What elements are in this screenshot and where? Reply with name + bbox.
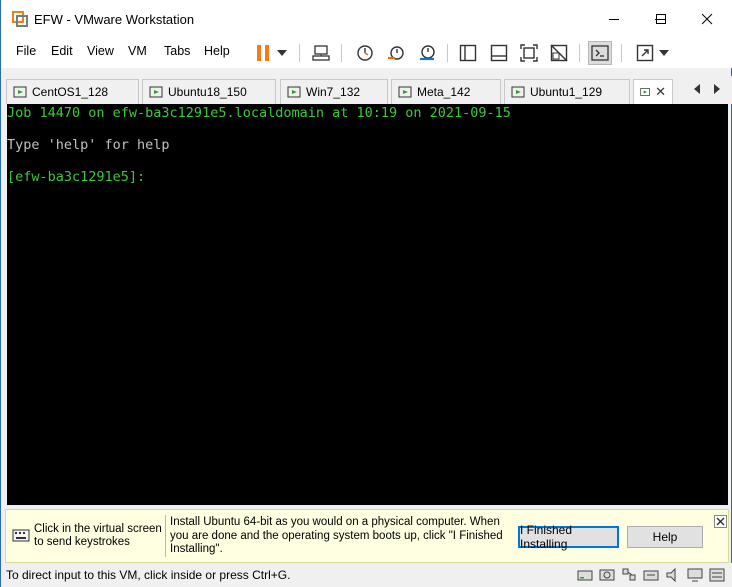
vmware-logo-icon [12,11,28,27]
finished-installing-button[interactable]: I Finished Installing [518,523,619,551]
thumbnail-bar-icon [490,44,508,62]
dropdown-icon [277,50,287,56]
message-log-icon[interactable] [709,568,725,582]
max-btn[interactable] [638,0,684,38]
toolbar-separator [299,44,300,62]
vm-icon [398,86,412,98]
install-message: Install Ubuntu 64-bit as you would on a … [170,516,503,555]
minimize-icon [609,19,619,20]
tab-label: Win7_132 [306,85,361,99]
vm-console-screen[interactable]: Job 14470 on efw-ba3c1291e5.localdomain … [7,104,728,505]
stretch-dropdown-button[interactable] [655,41,673,65]
vm-icon [511,86,525,98]
toolbar-separator [621,44,622,62]
tab-efw-active[interactable]: ✕ [633,79,673,104]
network-adapter-icon[interactable] [621,568,637,582]
console-view-button[interactable] [588,41,612,65]
console-view-icon [591,45,609,61]
status-bar: To direct input to this VM, click inside… [1,563,732,587]
snapshot-manager-icon [420,45,435,61]
unity-icon [550,44,568,62]
pause-button[interactable] [251,41,275,65]
tab-win7-132[interactable]: Win7_132 [280,79,388,104]
usb-controller-icon[interactable] [643,568,659,582]
cd-drive-icon[interactable] [599,568,615,582]
stretch-dropdown-icon [659,50,669,56]
snapshot-manager-button[interactable] [415,41,439,65]
unity-button[interactable] [547,41,571,65]
toolbar-separator [447,44,448,62]
tab-label: CentOS1_128 [32,85,109,99]
pause-icon [257,45,269,61]
close-icon [701,13,713,25]
console-job-line: Job 14470 on efw-ba3c1291e5.localdomain … [7,105,511,121]
send-ctrl-alt-del-icon [312,45,330,61]
divider [165,515,166,557]
menu-file[interactable]: File [16,44,36,58]
tab-scroll-right-button[interactable] [713,83,721,97]
tab-ubuntu18-150[interactable]: Ubuntu18_150 [142,79,276,104]
vm-icon [287,86,301,98]
help-button[interactable]: Help [627,526,703,548]
tab-centos1-128[interactable]: CentOS1_128 [6,79,139,104]
close-infobar-button[interactable] [714,515,727,528]
display-icon[interactable] [687,568,703,582]
status-text: To direct input to this VM, click inside… [6,568,291,582]
window-title: EFW - VMware Workstation [34,12,195,27]
show-library-button[interactable] [456,41,480,65]
tab-label: Meta_142 [417,85,471,99]
tab-scroll-left-button[interactable] [693,83,701,97]
revert-snapshot-button[interactable] [384,41,408,65]
fullscreen-button[interactable] [517,41,541,65]
menu-view[interactable]: View [87,44,114,58]
tab-ubuntu1-129[interactable]: Ubuntu1_129 [504,79,630,104]
library-icon [459,44,477,62]
menu-vm[interactable]: VM [128,44,147,58]
thumbnail-bar-button[interactable] [487,41,511,65]
revert-snapshot-icon [388,46,404,60]
title-bar: EFW - VMware Workstation [1,0,732,38]
close-window-button[interactable] [684,0,730,38]
send-ctrl-alt-del-button[interactable] [309,41,333,65]
chevron-left-icon [694,84,700,94]
take-snapshot-button[interactable] [353,41,377,65]
toolbar-separator [341,44,342,62]
tab-close-icon[interactable]: ✕ [655,84,666,100]
maximize-icon [656,14,666,24]
keystroke-hint: Click in the virtual screen to send keys… [34,523,162,548]
hard-disk-icon[interactable] [577,568,593,582]
sound-card-icon[interactable] [665,568,681,582]
vm-icon [149,86,163,98]
close-icon [716,517,725,526]
stretch-icon [636,44,654,62]
vmware-window: EFW - VMware Workstation File Edit View … [0,0,732,587]
toolbar-separator [579,44,580,62]
vm-icon [13,86,27,98]
menu-tabs[interactable]: Tabs [164,44,190,58]
snapshot-icon [357,45,373,61]
stretch-button[interactable] [633,41,657,65]
chevron-right-icon [714,84,720,94]
console-help-line: Type 'help' for help [7,137,170,153]
tab-meta-142[interactable]: Meta_142 [391,79,501,104]
menu-toolbar: File Edit View VM Tabs Help [1,38,732,68]
install-info-bar: Click in the virtual screen to send keys… [5,509,729,563]
console-prompt: [efw-ba3c1291e5]: [7,169,146,185]
tab-label: Ubuntu1_129 [530,85,603,99]
fullscreen-icon [520,44,538,62]
vm-icon [640,88,650,96]
tab-label: Ubuntu18_150 [168,85,247,99]
minimize-btn[interactable] [591,0,637,38]
keyboard-icon [12,529,30,542]
menu-edit[interactable]: Edit [51,44,73,58]
vm-tab-bar: CentOS1_128 Ubuntu18_150 Win7_132 Meta_1… [1,76,732,104]
menu-help[interactable]: Help [204,44,230,58]
power-dropdown-button[interactable] [273,41,291,65]
